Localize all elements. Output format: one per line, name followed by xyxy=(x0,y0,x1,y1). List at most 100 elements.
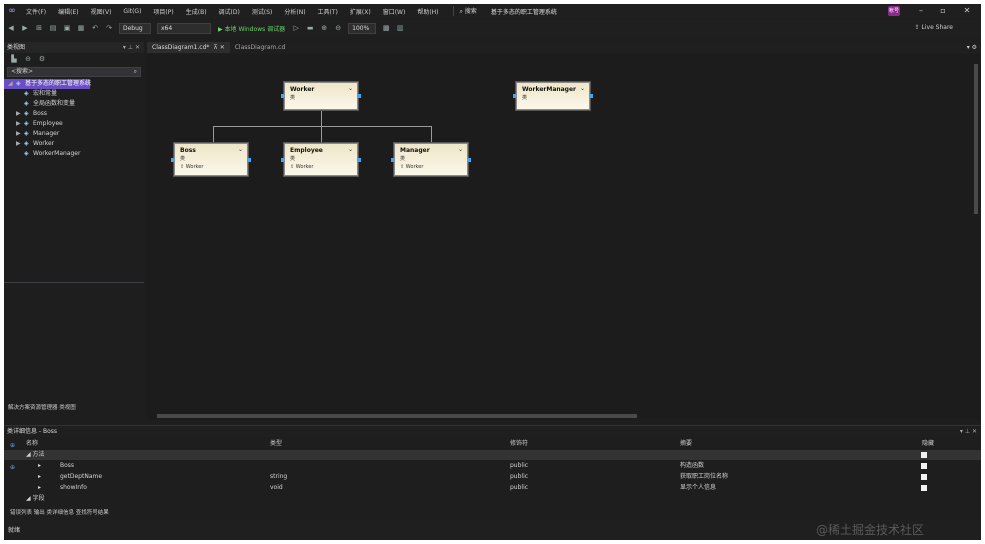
class-box-workermanager[interactable]: WorkerManager ⌄ 类 xyxy=(516,82,590,110)
configuration-select[interactable]: Debug xyxy=(119,22,151,34)
resize-handle[interactable] xyxy=(513,94,516,98)
menu-git[interactable]: Git(G) xyxy=(117,8,147,15)
save-icon[interactable]: ▣ xyxy=(62,23,72,33)
expand-arrow-icon[interactable]: ▸ xyxy=(38,472,41,482)
expand-arrow-icon[interactable]: ▶ xyxy=(16,109,24,119)
menu-test[interactable]: 测试(S) xyxy=(246,7,279,16)
class-box-boss[interactable]: Boss ⌄ 类 ⇧ Worker xyxy=(174,143,248,176)
close-button[interactable]: ✕ xyxy=(956,4,978,18)
hide-checkbox[interactable] xyxy=(921,474,927,480)
align-icon[interactable]: ▥ xyxy=(395,23,405,33)
menu-window[interactable]: 窗口(W) xyxy=(377,7,412,16)
resize-handle[interactable] xyxy=(171,158,174,162)
menu-project[interactable]: 项目(P) xyxy=(147,7,179,16)
tree-item[interactable]: ▶ ◈ Employee xyxy=(4,119,144,129)
open-icon[interactable]: ▤ xyxy=(48,23,58,33)
forward-icon[interactable]: ▶ xyxy=(20,23,30,33)
expand-arrow-icon[interactable]: ▶ xyxy=(16,119,24,129)
tree-item[interactable]: ◈ WorkerManager xyxy=(4,149,144,159)
redo-icon[interactable]: ↷ xyxy=(104,23,114,33)
menu-file[interactable]: 文件(F) xyxy=(20,7,52,16)
scroll-thumb[interactable] xyxy=(974,64,978,214)
class-diagram-canvas[interactable]: Worker ⌄ 类 WorkerManager ⌄ 类 Boss ⌄ 类 ⇧ … xyxy=(147,54,972,412)
zoom-select[interactable]: 100% xyxy=(348,22,377,34)
class-box-employee[interactable]: Employee ⌄ 类 ⇧ Worker xyxy=(284,143,358,176)
menu-extensions[interactable]: 扩展(X) xyxy=(344,7,377,16)
tab-menu-icon[interactable]: ▾ ⚙ xyxy=(967,42,977,53)
new-folder-icon[interactable]: ▙ xyxy=(9,54,19,64)
collapse-icon[interactable]: ⌄ xyxy=(238,146,243,153)
layout-icon[interactable]: ▬ xyxy=(305,23,315,33)
menu-debug[interactable]: 调试(D) xyxy=(213,7,246,16)
add-method-icon[interactable]: ⊕ xyxy=(10,442,15,449)
resize-handle[interactable] xyxy=(391,158,394,162)
menu-help[interactable]: 帮助(H) xyxy=(411,7,444,16)
resize-handle[interactable] xyxy=(590,94,593,98)
back-icon[interactable]: ◀ xyxy=(6,23,16,33)
fields-group-row[interactable]: ◢ 字段 xyxy=(4,494,981,504)
menu-edit[interactable]: 编辑(E) xyxy=(52,7,84,16)
maximize-button[interactable]: ▫ xyxy=(932,4,954,18)
collapse-icon[interactable]: ⌄ xyxy=(458,146,463,153)
collapse-icon[interactable]: ⌄ xyxy=(348,146,353,153)
start-debugging-button[interactable]: ▶ 本地 Windows 调试器 xyxy=(218,24,285,33)
class-box-worker[interactable]: Worker ⌄ 类 xyxy=(284,82,358,110)
search-icon[interactable]: ⌕ xyxy=(134,68,137,76)
expand-arrow-icon[interactable]: ▶ xyxy=(16,129,24,139)
hide-checkbox[interactable] xyxy=(921,485,927,491)
platform-select[interactable]: x64 xyxy=(157,22,211,34)
vertical-scrollbar[interactable] xyxy=(972,54,981,419)
resize-handle[interactable] xyxy=(281,158,284,162)
hide-checkbox[interactable] xyxy=(921,463,927,469)
live-share-button[interactable]: ⇪ Live Share xyxy=(915,24,953,31)
tree-item[interactable]: ◢ ◈ 基于多态的职工管理系统 xyxy=(4,79,91,89)
class-view-search-input[interactable]: <搜索> ⌕ xyxy=(7,67,141,77)
start-without-debugging-icon[interactable]: ▷ xyxy=(291,23,301,33)
menu-tools[interactable]: 工具(T) xyxy=(312,7,344,16)
expand-arrow-icon[interactable]: ▸ xyxy=(38,483,41,493)
expand-arrow-icon[interactable]: ◢ xyxy=(8,79,16,89)
back-nav-icon[interactable]: ⊖ xyxy=(23,54,33,64)
tree-item[interactable]: ▶ ◈ Manager xyxy=(4,129,144,139)
solution-bottom-tabs[interactable]: 解决方案资源管理器 类视图 xyxy=(8,403,76,412)
tree-item[interactable]: ▶ ◈ Worker xyxy=(4,139,144,149)
search-box[interactable]: ⌕ 搜索 xyxy=(452,6,483,16)
scroll-thumb[interactable] xyxy=(157,414,637,418)
hide-checkbox[interactable] xyxy=(921,452,927,458)
resize-handle[interactable] xyxy=(358,158,361,162)
settings-icon[interactable]: ⚙ xyxy=(37,54,47,64)
add-field-icon[interactable]: ⊕ xyxy=(10,464,15,471)
methods-group-row[interactable]: ◢ 方法 xyxy=(4,450,981,460)
new-project-icon[interactable]: ⊞ xyxy=(34,23,44,33)
menu-build[interactable]: 生成(B) xyxy=(180,7,213,16)
close-tab-icon[interactable]: ⊼ ✕ xyxy=(213,44,224,51)
save-all-icon[interactable]: ▦ xyxy=(76,23,86,33)
undo-icon[interactable]: ↶ xyxy=(90,23,100,33)
resize-handle[interactable] xyxy=(281,94,284,98)
tree-item[interactable]: ◈ 宏和常量 xyxy=(4,89,144,99)
zoom-in-icon[interactable]: ⊕ xyxy=(319,23,329,33)
method-row[interactable]: ▸ Boss public 构造函数 xyxy=(4,461,981,471)
expand-arrow-icon[interactable]: ▸ xyxy=(38,461,41,471)
tree-item[interactable]: ◈ 全局函数和变量 xyxy=(4,99,144,109)
tab-classdiagram1[interactable]: ClassDiagram1.cd* ⊼ ✕ xyxy=(147,42,230,53)
collapse-icon[interactable]: ⌄ xyxy=(348,85,353,92)
menu-analyze[interactable]: 分析(N) xyxy=(278,7,311,16)
horizontal-scrollbar[interactable] xyxy=(147,412,972,419)
tree-item[interactable]: ▶ ◈ Boss xyxy=(4,109,144,119)
collapse-icon[interactable]: ⌄ xyxy=(580,85,585,92)
tab-classdiagram[interactable]: ClassDiagram.cd xyxy=(230,42,291,53)
account-avatar[interactable]: 帐号 xyxy=(888,6,900,16)
zoom-out-icon[interactable]: ⊖ xyxy=(333,23,343,33)
expand-arrow-icon[interactable]: ▶ xyxy=(16,139,24,149)
menu-view[interactable]: 视图(V) xyxy=(85,7,118,16)
class-box-manager[interactable]: Manager ⌄ 类 ⇧ Worker xyxy=(394,143,468,176)
pin-icon[interactable]: ▾ ⊥ ✕ xyxy=(960,426,977,437)
method-row[interactable]: ▸ getDeptName string public 获取职工岗位名称 xyxy=(4,472,981,482)
method-row[interactable]: ▸ showInfo void public 显示个人信息 xyxy=(4,483,981,493)
resize-handle[interactable] xyxy=(248,158,251,162)
resize-handle[interactable] xyxy=(358,94,361,98)
pin-icon[interactable]: ▾ ⊥ ✕ xyxy=(123,42,140,53)
minimize-button[interactable]: – xyxy=(910,4,932,18)
resize-handle[interactable] xyxy=(468,158,471,162)
